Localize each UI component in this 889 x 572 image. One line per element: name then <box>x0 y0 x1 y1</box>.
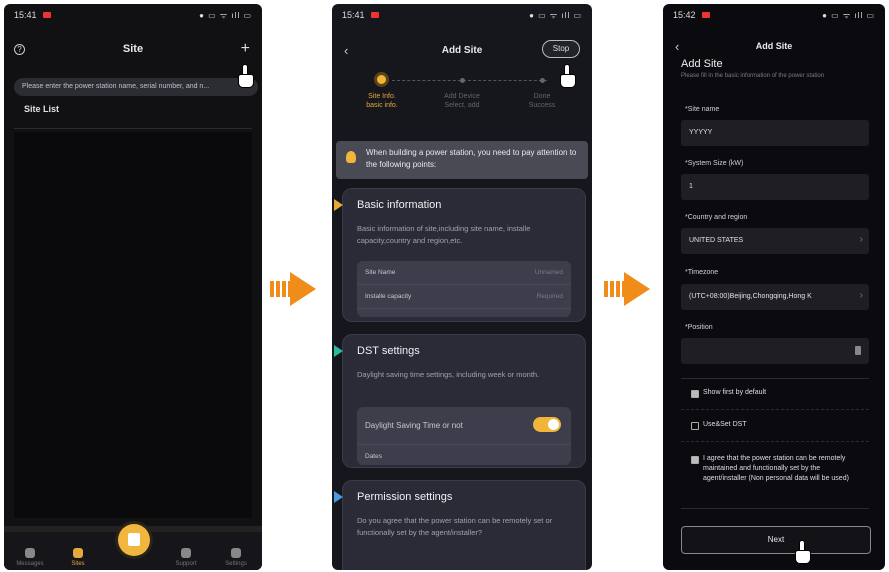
site-list-screen: 15:41 ● ▭ ᯤ ıll ▭ ? Site + Please enter … <box>4 4 262 570</box>
form-subtitle: Please fill in the basic information of … <box>681 73 825 79</box>
basic-info-card: Basic information Basic information of s… <box>334 188 586 322</box>
dst-settings-card: DST settings Daylight saving time settin… <box>334 334 586 468</box>
agree-text: I agree that the power station can be re… <box>703 455 849 482</box>
step-dot-2 <box>460 78 465 83</box>
tab-messages[interactable]: Messages <box>10 548 50 567</box>
add-site-intro-screen: 15:41 ● ▭ ᯤ ıll ▭ ‹ Add Site Stop Site I… <box>332 4 592 570</box>
message-icon <box>25 548 35 558</box>
show-first-option[interactable]: Show first by default <box>681 378 869 410</box>
dst-checkbox[interactable] <box>691 422 699 430</box>
system-size-field[interactable]: 1 <box>681 174 869 200</box>
dst-toggle[interactable] <box>533 417 561 432</box>
timezone-label: *Timezone <box>685 269 719 276</box>
timezone-select[interactable]: (UTC+08:00)Beijing,Chongqing,Hong K › <box>681 284 869 310</box>
header: ‹ Add Site <box>663 36 885 58</box>
chevron-right-icon: › <box>859 234 863 245</box>
step-label-2: Add Device Select, add <box>444 93 480 109</box>
notice-text: When building a power station, you need … <box>366 148 577 169</box>
record-icon <box>42 12 51 18</box>
step-label-3: Done Success <box>528 93 556 109</box>
card-description: Do you agree that the power station can … <box>357 516 553 537</box>
card-description: Basic information of site,including site… <box>357 224 531 245</box>
country-label: *Country and region <box>685 214 748 221</box>
pointer-hand-icon <box>236 64 256 90</box>
form-title: Add Site <box>681 58 723 70</box>
dst-option[interactable]: Use&Set DST <box>681 410 869 442</box>
status-bar: 15:42 ● ▭ ᯤ ıll ▭ <box>663 4 885 26</box>
step-label-1: Site Info. basic info. <box>366 93 398 109</box>
permission-settings-card: Permission settings Do you agree that th… <box>334 480 586 570</box>
add-site-form-screen: 15:42 ● ▭ ᯤ ıll ▭ ‹ Add Site Add Site Pl… <box>663 4 885 570</box>
add-site-plus-icon[interactable]: + <box>241 40 250 58</box>
stop-button[interactable]: Stop <box>542 40 580 58</box>
dst-preview: Daylight Saving Time or not Dates <box>357 407 571 465</box>
country-select[interactable]: UNITED STATES › <box>681 228 869 254</box>
next-step-arrow-icon <box>270 272 322 306</box>
record-icon <box>701 12 710 18</box>
record-icon <box>370 12 379 18</box>
card-title: Permission settings <box>357 491 453 503</box>
search-input[interactable]: Please enter the power station name, ser… <box>14 78 258 96</box>
divider <box>14 128 252 129</box>
next-step-arrow-icon <box>604 272 656 306</box>
card-title: DST settings <box>357 345 420 357</box>
step-dot-1 <box>377 75 386 84</box>
status-time: 15:42 <box>673 10 696 20</box>
page-title: Site <box>122 43 144 55</box>
system-size-label: *System Size (kW) <box>685 160 744 167</box>
preview-row: Site Name Unnamed <box>357 261 571 285</box>
support-icon <box>181 548 191 558</box>
pointer-hand-icon <box>793 540 813 566</box>
preview-row: Installe capacity Required <box>357 285 571 309</box>
card-description: Daylight saving time settings, including… <box>357 370 540 379</box>
dst-toggle-row: Daylight Saving Time or not <box>357 407 571 445</box>
position-label: *Position <box>685 324 713 331</box>
show-first-checkbox[interactable] <box>691 390 699 398</box>
step-indicator: Site Info. basic info. Add Device Select, … <box>332 74 592 118</box>
lightbulb-icon <box>346 151 356 163</box>
chevron-right-icon: › <box>859 290 863 301</box>
section-marker-icon <box>334 345 343 357</box>
notice-banner: When building a power station, you need … <box>336 141 588 179</box>
home-icon <box>73 548 83 558</box>
site-list-area <box>14 132 252 518</box>
location-icon[interactable] <box>855 346 861 355</box>
tab-settings[interactable]: Settings <box>216 548 256 567</box>
status-time: 15:41 <box>14 10 37 20</box>
pointer-hand-icon <box>558 64 578 90</box>
tab-sites[interactable]: Sites <box>58 548 98 567</box>
status-icons: ● ▭ ᯤ ıll ▭ <box>822 10 875 20</box>
step-dot-3 <box>540 78 545 83</box>
status-bar: 15:41 ● ▭ ᯤ ıll ▭ <box>332 4 592 26</box>
page-title: Add Site <box>755 41 793 51</box>
status-time: 15:41 <box>342 10 365 20</box>
header: ‹ Add Site Stop <box>332 40 592 62</box>
gear-icon <box>231 548 241 558</box>
center-action-button[interactable] <box>118 524 150 556</box>
dates-row: Dates <box>365 453 382 460</box>
header: ? Site + <box>4 38 262 62</box>
card-title: Basic information <box>357 199 442 211</box>
section-marker-icon <box>334 199 343 211</box>
site-name-label: *Site name <box>685 106 720 113</box>
basic-info-preview: Site Name Unnamed Installe capacity Requir… <box>357 261 571 317</box>
section-marker-icon <box>334 491 343 503</box>
site-name-field[interactable]: YYYYY <box>681 120 869 146</box>
status-bar: 15:41 ● ▭ ᯤ ıll ▭ <box>4 4 262 26</box>
site-list-heading: Site List <box>24 104 60 114</box>
agree-checkbox[interactable] <box>691 456 699 464</box>
status-icons: ● ▭ ᯤ ıll ▭ <box>199 10 252 20</box>
dst-label: Use&Set DST <box>703 421 747 428</box>
show-first-label: Show first by default <box>703 389 767 396</box>
status-icons: ● ▭ ᯤ ıll ▭ <box>529 10 582 20</box>
position-field[interactable] <box>681 338 869 364</box>
step-line <box>392 80 547 81</box>
next-button[interactable]: Next <box>681 526 871 554</box>
divider <box>681 508 869 509</box>
tab-support[interactable]: Support <box>166 548 206 567</box>
